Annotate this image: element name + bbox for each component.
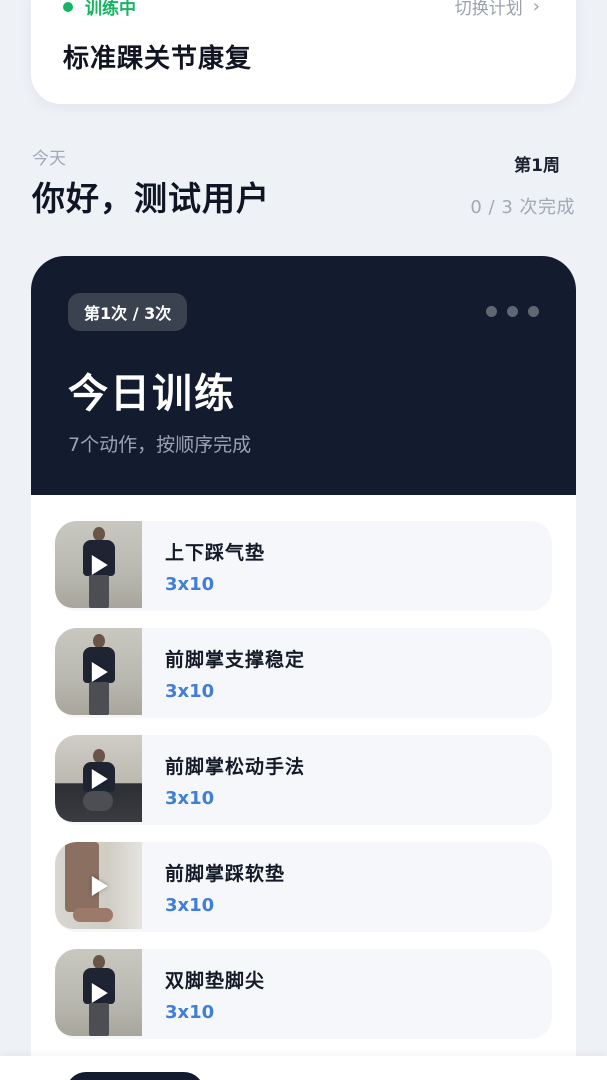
exercise-name: 双脚垫脚尖 bbox=[165, 970, 266, 992]
exercise-reps: 3x10 bbox=[165, 1002, 215, 1023]
plan-status-label: 训练中 bbox=[85, 0, 136, 19]
status-dot-icon bbox=[63, 1, 73, 12]
exercise-video-thumbnail[interactable] bbox=[55, 842, 142, 929]
play-icon bbox=[91, 554, 108, 575]
exercise-item[interactable]: 上下踩气垫 3x10 bbox=[55, 521, 552, 611]
current-plan-card[interactable]: 训练中 切换计划 › 标准踝关节康复 bbox=[31, 0, 576, 104]
exercise-reps: 3x10 bbox=[165, 895, 215, 916]
switch-plan-link[interactable]: 切换计划 › bbox=[455, 0, 540, 19]
exercise-item[interactable]: 前脚掌支撑稳定 3x10 bbox=[55, 628, 552, 718]
exercise-name: 前脚掌踩软垫 bbox=[165, 863, 286, 885]
exercise-reps: 3x10 bbox=[165, 788, 215, 809]
start-training-button[interactable] bbox=[66, 1072, 204, 1080]
today-training-card: 第1次 / 3次 今日训练 7个动作，按顺序完成 上下踩气垫 3x10 前脚掌支… bbox=[31, 256, 576, 1080]
bottom-action-bar bbox=[0, 1056, 607, 1080]
exercise-video-thumbnail[interactable] bbox=[55, 628, 142, 715]
exercise-video-thumbnail[interactable] bbox=[55, 735, 142, 822]
more-options-icon[interactable] bbox=[486, 306, 539, 317]
exercise-item[interactable]: 前脚掌踩软垫 3x10 bbox=[55, 842, 552, 932]
exercise-item[interactable]: 前脚掌松动手法 3x10 bbox=[55, 735, 552, 825]
play-icon bbox=[91, 875, 108, 896]
session-badge: 第1次 / 3次 bbox=[68, 293, 188, 331]
exercise-video-thumbnail[interactable] bbox=[55, 949, 142, 1036]
greeting-heading: 你好，测试用户 bbox=[32, 179, 270, 218]
screen: 训练中 切换计划 › 标准踝关节康复 今天 你好，测试用户 第1周 0 / 3 … bbox=[0, 0, 607, 1080]
switch-plan-label: 切换计划 bbox=[454, 0, 523, 19]
completion-progress: 0 / 3 次完成 bbox=[470, 197, 575, 218]
today-label: 今天 bbox=[32, 149, 66, 169]
training-subtitle: 7个动作，按顺序完成 bbox=[68, 434, 252, 456]
training-title: 今日训练 bbox=[68, 371, 236, 417]
exercise-video-thumbnail[interactable] bbox=[55, 521, 142, 608]
play-icon bbox=[91, 661, 108, 682]
play-icon bbox=[91, 982, 108, 1003]
week-label: 第1周 bbox=[514, 156, 560, 176]
exercise-item[interactable]: 双脚垫脚尖 3x10 bbox=[55, 949, 552, 1039]
exercise-name: 前脚掌支撑稳定 bbox=[165, 649, 306, 671]
exercise-reps: 3x10 bbox=[165, 681, 215, 702]
exercise-name: 前脚掌松动手法 bbox=[165, 756, 306, 778]
exercise-reps: 3x10 bbox=[165, 574, 215, 595]
play-icon bbox=[91, 768, 108, 789]
chevron-right-icon: › bbox=[532, 0, 540, 17]
exercise-list: 上下踩气垫 3x10 前脚掌支撑稳定 3x10 前脚掌松动手法 3x10 前脚掌… bbox=[55, 521, 552, 1056]
exercise-name: 上下踩气垫 bbox=[165, 542, 266, 564]
plan-status: 训练中 bbox=[63, 0, 136, 19]
plan-title: 标准踝关节康复 bbox=[63, 44, 253, 74]
training-header: 第1次 / 3次 今日训练 7个动作，按顺序完成 bbox=[31, 256, 576, 495]
